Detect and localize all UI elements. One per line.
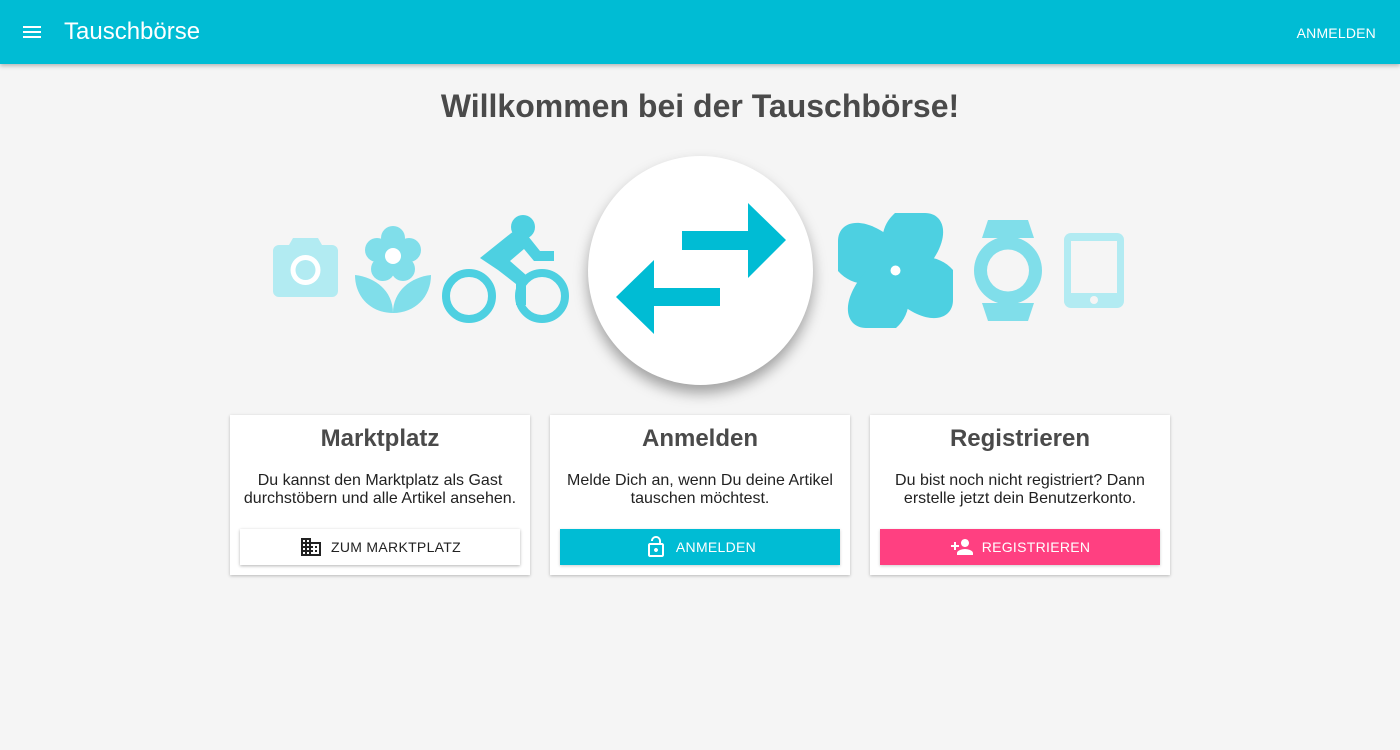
register-button-label: REGISTRIEREN xyxy=(981,539,1091,555)
marketplace-button[interactable]: ZUM MARKTPLATZ xyxy=(240,529,520,565)
camera-icon xyxy=(273,238,338,297)
tablet-icon xyxy=(1064,233,1124,308)
building-icon xyxy=(301,538,322,556)
register-button[interactable]: REGISTRIEREN xyxy=(880,529,1160,565)
page-title: Willkommen bei der Tauschbörse! xyxy=(440,88,960,124)
card-title: Marktplatz xyxy=(320,425,440,452)
login-button[interactable]: ANMELDEN xyxy=(560,529,840,565)
person-add-icon xyxy=(950,539,973,555)
card-title: Anmelden xyxy=(641,425,758,452)
bicycle-icon xyxy=(442,215,569,323)
toolbar-login-button[interactable]: ANMELDEN xyxy=(1297,20,1376,46)
marketplace-button-label: ZUM MARKTPLATZ xyxy=(331,539,461,555)
swap-arrows-icon xyxy=(616,203,786,334)
app-title: Tauschbörse xyxy=(64,18,201,45)
pinwheel-icon xyxy=(838,213,953,328)
card-anmelden: Anmelden Melde Dich an, wenn Du deine Ar… xyxy=(550,415,850,575)
card-text: Du kannst den Marktplatz als Gast durchs… xyxy=(243,472,517,507)
login-button-label: ANMELDEN xyxy=(675,539,757,555)
card-text: Melde Dich an, wenn Du deine Artikel tau… xyxy=(567,472,833,507)
card-text: Du bist noch nicht registriert? Dann ers… xyxy=(895,472,1145,507)
watch-icon xyxy=(974,220,1042,321)
lock-open-icon xyxy=(647,536,664,557)
flower-icon xyxy=(355,226,431,313)
card-title: Registrieren xyxy=(949,425,1091,452)
card-registrieren: Registrieren Du bist noch nicht registri… xyxy=(870,415,1170,575)
menu-icon[interactable] xyxy=(20,20,44,44)
app-toolbar: Tauschbörse ANMELDEN xyxy=(0,0,1400,64)
card-marktplatz: Marktplatz Du kannst den Marktplatz als … xyxy=(230,415,530,575)
